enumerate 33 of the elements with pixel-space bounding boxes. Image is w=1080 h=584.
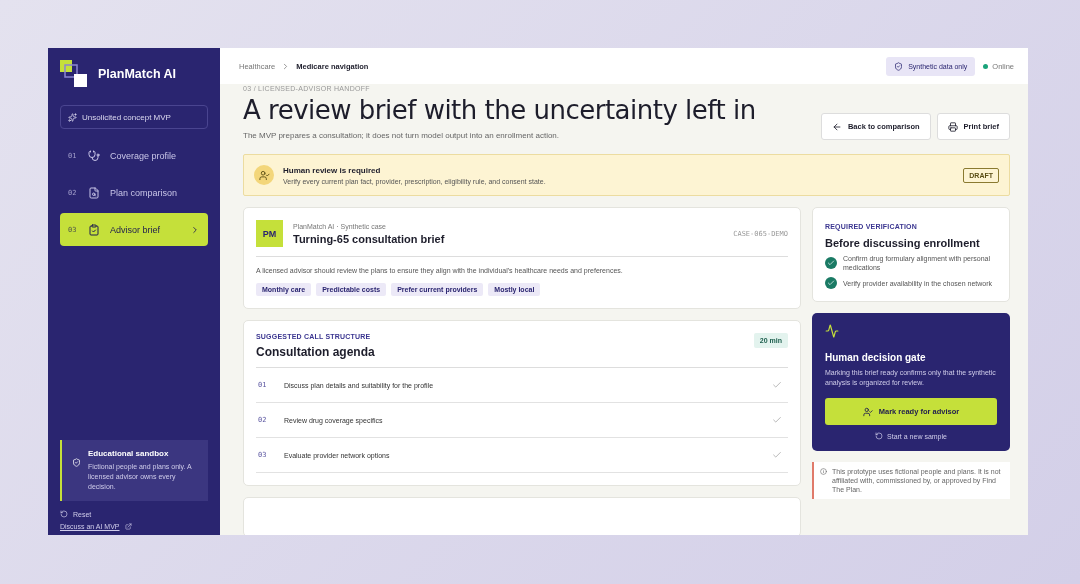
user-check-icon xyxy=(254,165,274,185)
logo-icon xyxy=(60,60,88,88)
pulse-icon xyxy=(825,324,839,338)
banner-title: Human review is required xyxy=(283,165,382,175)
brief-title: Turning-65 consultation brief xyxy=(293,232,445,245)
reset-icon xyxy=(875,432,884,440)
shield-icon xyxy=(894,61,904,71)
page-title: A review brief with the uncertainty left in xyxy=(243,95,756,125)
brand-name: PlanMatch AI xyxy=(98,67,177,81)
reset-icon xyxy=(60,510,68,518)
avatar: PM xyxy=(256,220,283,247)
agenda-title: Consultation agenda xyxy=(256,345,375,359)
concept-badge: Unsolicited concept MVP xyxy=(60,105,208,129)
check-circle-icon xyxy=(825,257,837,269)
check-icon xyxy=(772,380,782,390)
status-dot xyxy=(983,63,989,69)
printer-icon xyxy=(947,121,958,132)
sparkles-icon xyxy=(68,112,77,122)
document-search-icon xyxy=(88,186,100,199)
user-check-icon xyxy=(862,406,873,417)
info-icon xyxy=(820,468,827,475)
stethoscope-icon xyxy=(88,149,100,162)
gate-title: Human decision gate xyxy=(825,352,927,363)
arrow-left-icon xyxy=(831,121,842,132)
shield-icon xyxy=(72,458,81,467)
page-subtitle: The MVP prepares a consultation; it does not turn model output into an enrollment action. xyxy=(243,131,561,140)
verification-title: Before discussing enrollment xyxy=(825,237,981,249)
chevron-right-icon xyxy=(190,224,200,235)
external-link-icon xyxy=(124,523,132,530)
check-icon xyxy=(772,415,782,425)
check-circle-icon xyxy=(825,277,837,289)
clipboard-check-icon xyxy=(88,223,100,236)
check-icon xyxy=(772,450,782,460)
